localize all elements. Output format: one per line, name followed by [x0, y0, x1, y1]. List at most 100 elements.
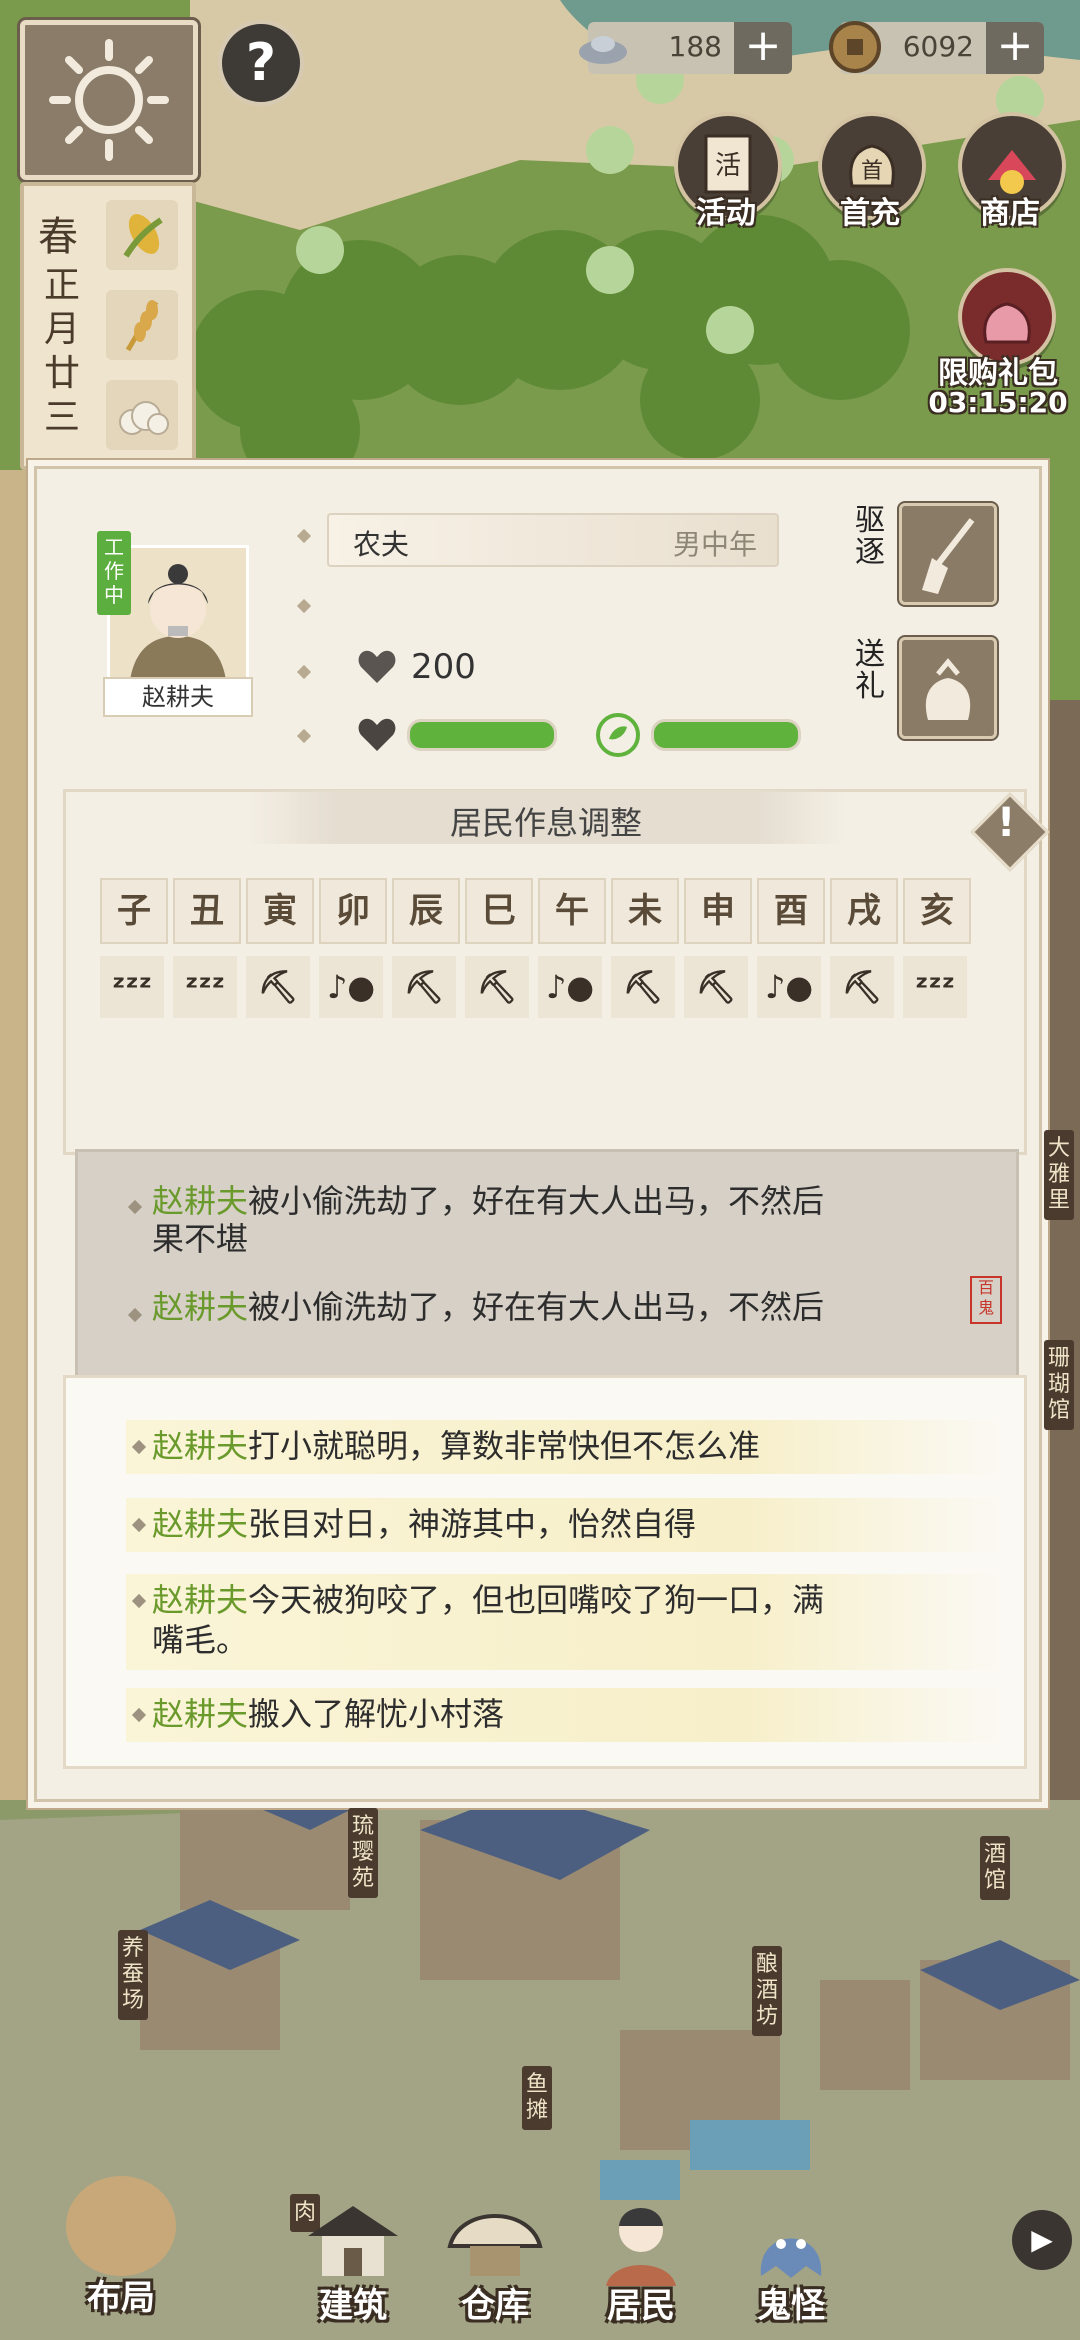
expel-button[interactable] — [899, 503, 997, 605]
nav-build-button[interactable]: 建筑 — [278, 2196, 428, 2326]
bio-bullet — [131, 1439, 147, 1455]
hour-cell[interactable]: 卯 — [319, 878, 387, 944]
coin-amount: 6092 — [902, 30, 974, 63]
seal-stamp: 百鬼 — [970, 1276, 1002, 1324]
job-name: 农夫 — [353, 528, 410, 561]
bio-name: 赵耕夫 — [152, 1505, 249, 1543]
corn-icon — [123, 214, 163, 258]
resident-name: 赵耕夫 — [103, 677, 253, 717]
hour-cell[interactable]: 亥 — [903, 878, 971, 944]
hour-cell[interactable]: 酉 — [757, 878, 825, 944]
nav-warehouse-button[interactable]: 仓库 — [420, 2196, 570, 2326]
first-charge-label: 首充 — [840, 196, 900, 231]
layout-icon — [66, 2176, 176, 2276]
house-icon — [308, 2206, 398, 2276]
nav-ghosts-label: 鬼怪 — [757, 2286, 825, 2326]
hour-cell[interactable]: 辰 — [392, 878, 460, 944]
add-coin-button[interactable]: + — [986, 22, 1044, 74]
help-button[interactable]: ? — [218, 20, 304, 106]
resident-bio[interactable]: 赵耕夫打小就聪明，算数非常快但不怎么准 赵耕夫张目对日，神游其中，怡然自得 赵耕… — [63, 1375, 1027, 1769]
warehouse-icon — [447, 2214, 543, 2276]
status-badge: 工作中 — [97, 531, 131, 615]
sign-niangjiufang[interactable]: 酿酒坊 — [752, 1946, 782, 2036]
sign-liuyingyuan[interactable]: 琉璎苑 — [348, 1808, 378, 1898]
health-heart-icon — [358, 718, 396, 751]
music-person-icon[interactable]: ♪● — [319, 956, 383, 1018]
hour-cell[interactable]: 午 — [538, 878, 606, 944]
hour-cell[interactable]: 巳 — [465, 878, 533, 944]
row-bullet — [296, 528, 312, 544]
bio-name: 赵耕夫 — [152, 1695, 249, 1733]
bio-text: 今天被狗咬了，但也回嘴咬了狗一口，满 — [248, 1581, 825, 1619]
sleep-icon[interactable]: ᶻᶻᶻ — [100, 956, 164, 1018]
add-silver-button[interactable]: + — [734, 22, 792, 74]
gift-label: 送礼 — [855, 637, 885, 704]
nav-layout-label: 布局 — [87, 2278, 155, 2318]
svg-text:首: 首 — [861, 159, 883, 184]
sign-jiuguan[interactable]: 酒馆 — [980, 1836, 1010, 1900]
bio-item: 赵耕夫今天被狗咬了，但也回嘴咬了狗一口，满 嘴毛。 — [126, 1574, 1006, 1670]
pickaxe-icon[interactable]: ⛏ — [246, 956, 310, 1018]
schedule-section: 居民作息调整 ! 子丑寅卯辰巳午未申酉戌亥 ᶻᶻᶻ ᶻᶻᶻ ⛏ ♪● ⛏ ⛏ ♪● ⛏ ⛏ ♪● ⛏… — [63, 789, 1050, 1155]
hour-cell[interactable]: 寅 — [246, 878, 314, 944]
first-charge-button[interactable]: 首 首充 — [800, 112, 940, 232]
bio-name: 赵耕夫 — [152, 1581, 249, 1619]
hour-cell[interactable]: 丑 — [173, 878, 241, 944]
pickaxe-icon[interactable]: ⛏ — [611, 956, 675, 1018]
event-log[interactable]: 赵耕夫被小偷洗劫了，好在有大人出马，不然后 果不堪 赵耕夫被小偷洗劫了，好在有大… — [75, 1149, 1019, 1383]
bio-text: 张目对日，神游其中，怡然自得 — [248, 1505, 697, 1543]
health-bar — [407, 719, 557, 751]
sleep-icon[interactable]: ᶻᶻᶻ — [903, 956, 967, 1018]
pickaxe-icon[interactable]: ⛏ — [392, 956, 456, 1018]
shop-button[interactable]: 商店 — [940, 112, 1080, 232]
nav-residents-label: 居民 — [607, 2286, 675, 2326]
schedule-title: 居民作息调整 — [449, 804, 642, 842]
music-person-icon[interactable]: ♪● — [757, 956, 821, 1018]
svg-text:活: 活 — [715, 151, 741, 181]
nav-ghosts-button[interactable]: 鬼怪 — [716, 2196, 866, 2326]
gift-button[interactable] — [899, 637, 997, 739]
crop-slot-2[interactable] — [106, 290, 178, 360]
lunar-date: 正月廿三 — [43, 265, 80, 438]
calendar-panel: 春 正月廿三 — [20, 182, 196, 470]
shop-label: 商店 — [980, 196, 1040, 231]
pickaxe-icon[interactable]: ⛏ — [830, 956, 894, 1018]
resident-icon — [606, 2208, 676, 2286]
nav-layout-button[interactable]: 布局 — [46, 2176, 196, 2326]
nav-build-label: 建筑 — [319, 2286, 387, 2326]
event-item: 赵耕夫被小偷洗劫了，好在有大人出马，不然后 — [152, 1288, 992, 1326]
sign-yangcanchang[interactable]: 养蚕场 — [118, 1930, 148, 2020]
weather-button[interactable] — [20, 20, 198, 180]
heart-stat-icon — [358, 650, 396, 683]
event-bullet — [127, 1307, 143, 1323]
crop-slot-3[interactable] — [106, 380, 178, 450]
bio-bullet — [131, 1517, 147, 1533]
crop-slot-1[interactable] — [106, 200, 178, 270]
bio-item: 赵耕夫打小就聪明，算数非常快但不怎么准 — [126, 1420, 1006, 1474]
hour-cell[interactable]: 未 — [611, 878, 679, 944]
nav-residents-button[interactable]: 居民 — [566, 2196, 716, 2326]
pickaxe-icon[interactable]: ⛏ — [465, 956, 529, 1018]
more-button[interactable]: ▶ — [1012, 2210, 1072, 2270]
broom-icon — [922, 518, 975, 594]
sign-dayali[interactable]: 大雅里 — [1044, 1130, 1074, 1220]
ghost-icon — [760, 2238, 822, 2278]
hour-cell[interactable]: 戌 — [830, 878, 898, 944]
limited-gift-button[interactable]: 限购礼包 03:15:20 — [928, 268, 1068, 428]
sign-yutan[interactable]: 鱼摊 — [522, 2066, 552, 2130]
hour-cell[interactable]: 子 — [100, 878, 168, 944]
activity-button[interactable]: 活 活动 — [656, 112, 796, 232]
pickaxe-icon[interactable]: ⛏ — [684, 956, 748, 1018]
sun-icon — [49, 39, 169, 161]
event-text-cont: 果不堪 — [152, 1220, 249, 1258]
sign-shanhuguan[interactable]: 珊瑚馆 — [1044, 1340, 1074, 1430]
row-bullet — [296, 598, 312, 614]
bio-text: 搬入了解忧小村落 — [248, 1695, 505, 1733]
hour-cell[interactable]: 申 — [684, 878, 752, 944]
bio-bullet — [131, 1593, 147, 1609]
music-person-icon[interactable]: ♪● — [538, 956, 602, 1018]
event-text: 被小偷洗劫了，好在有大人出马，不然后 — [248, 1182, 825, 1220]
expel-label: 驱逐 — [855, 503, 885, 570]
sleep-icon[interactable]: ᶻᶻᶻ — [173, 956, 237, 1018]
event-name: 赵耕夫 — [152, 1182, 249, 1220]
